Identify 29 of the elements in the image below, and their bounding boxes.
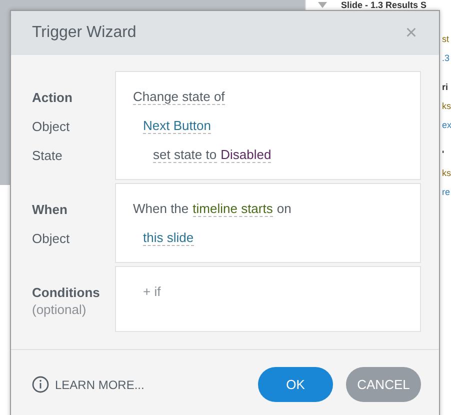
field-label: Conditions: [32, 284, 101, 302]
field-label: (optional): [32, 301, 88, 318]
trigger-text: on: [276, 201, 292, 216]
field-label: Action: [32, 89, 74, 107]
trigger-link[interactable]: Next Button: [143, 118, 211, 134]
learn-more-link[interactable]: LEARN MORE...: [55, 378, 144, 392]
dialog-title: Trigger Wizard: [32, 24, 136, 42]
trigger-link[interactable]: timeline starts: [192, 200, 273, 216]
trigger-link[interactable]: Change state of: [133, 88, 225, 104]
panel-text: st: [442, 33, 450, 46]
trigger-text: When the: [133, 201, 189, 216]
panel-text[interactable]: re: [442, 183, 451, 202]
trigger-link[interactable]: set state to: [153, 146, 217, 162]
field-label: When: [32, 201, 68, 219]
field-label: Object: [32, 118, 71, 136]
info-icon[interactable]: [32, 376, 49, 393]
panel-text: ks: [442, 167, 451, 180]
ok-button[interactable]: OK: [258, 367, 333, 402]
cancel-button[interactable]: CANCEL: [346, 367, 421, 402]
panel-text: ks: [442, 100, 451, 113]
panel-text: ': [442, 148, 446, 161]
trigger-link[interactable]: this slide: [143, 230, 194, 246]
panel-text: ri: [442, 81, 450, 94]
trigger-link[interactable]: + if: [143, 284, 161, 299]
slide-title: Slide - 1.3 Results S: [341, 0, 427, 10]
panel-text[interactable]: .3: [442, 49, 451, 68]
trigger-link[interactable]: Disabled: [220, 146, 272, 162]
field-label: State: [32, 147, 64, 165]
field-label: Object: [32, 230, 71, 248]
